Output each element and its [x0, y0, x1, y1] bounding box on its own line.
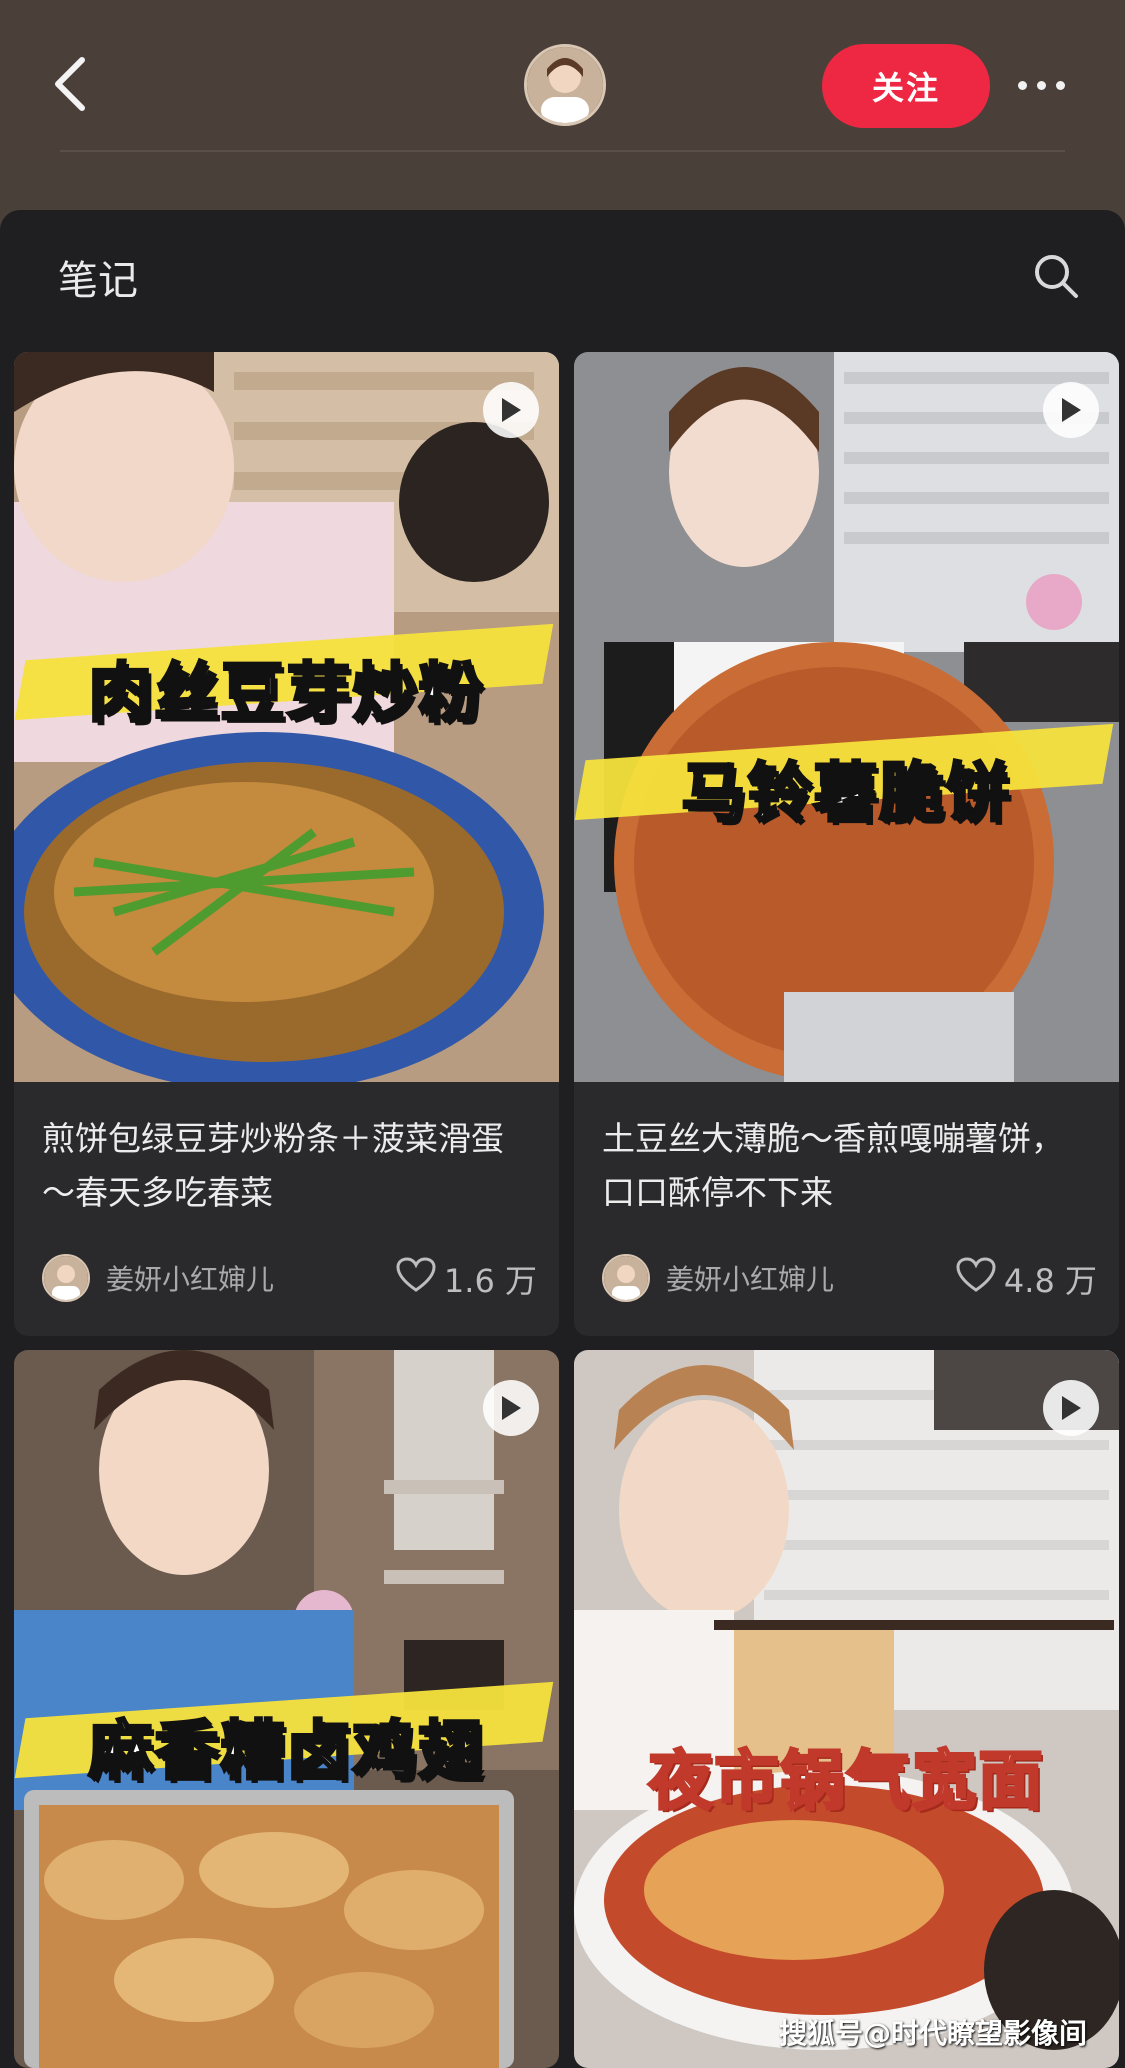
top-bar: 关注	[0, 0, 1125, 160]
more-options-icon[interactable]	[1018, 70, 1082, 100]
like-counter[interactable]: 1.6 万	[396, 1256, 537, 1302]
panel-header: 笔记	[0, 210, 1125, 340]
author-name[interactable]: 姜妍小红婶儿	[106, 1258, 274, 1298]
note-meta: 姜妍小红婶儿 1.6 万	[42, 1250, 537, 1306]
play-icon	[483, 382, 539, 438]
note-overlay-title: 肉丝豆芽炒粉	[87, 656, 485, 733]
notes-tab-title: 笔记	[58, 258, 138, 304]
note-cover-image: 肉丝豆芽炒粉	[14, 352, 559, 1082]
note-overlay-title: 夜市锅气宽面	[647, 1744, 1045, 1821]
note-overlay-title: 麻香糟卤鸡翅	[87, 1714, 485, 1791]
like-counter[interactable]: 4.8 万	[956, 1256, 1097, 1302]
divider	[60, 150, 1065, 152]
note-cover-image: 马铃薯脆饼	[574, 352, 1119, 1082]
note-meta: 姜妍小红婶儿 4.8 万	[602, 1250, 1097, 1306]
search-icon[interactable]	[1030, 250, 1082, 302]
author-avatar[interactable]	[42, 1254, 90, 1302]
note-card[interactable]: 肉丝豆芽炒粉 煎饼包绿豆芽炒粉条＋菠菜滑蛋～春天多吃春菜 姜妍小红婶儿 1.6 …	[14, 352, 559, 1336]
note-caption: 土豆丝大薄脆～香煎嘎嘣薯饼，口口酥停不下来	[602, 1119, 1064, 1212]
note-caption: 煎饼包绿豆芽炒粉条＋菠菜滑蛋～春天多吃春菜	[42, 1119, 504, 1212]
back-arrow-icon[interactable]	[48, 52, 92, 116]
avatar[interactable]	[524, 44, 606, 126]
like-count: 4.8 万	[1003, 1262, 1097, 1300]
note-card[interactable]: 麻香糟卤鸡翅	[14, 1350, 559, 2068]
watermark: 搜狐号@时代瞭望影像间	[778, 2017, 1087, 2050]
heart-icon[interactable]	[956, 1257, 996, 1301]
note-card[interactable]: 夜市锅气宽面	[574, 1350, 1119, 2068]
follow-button[interactable]: 关注	[822, 44, 990, 128]
like-count: 1.6 万	[443, 1262, 537, 1300]
note-card[interactable]: 马铃薯脆饼 土豆丝大薄脆～香煎嘎嘣薯饼，口口酥停不下来 姜妍小红婶儿 4.8 万	[574, 352, 1119, 1336]
note-cover-image: 夜市锅气宽面	[574, 1350, 1119, 2068]
author-name[interactable]: 姜妍小红婶儿	[666, 1258, 834, 1298]
note-cover-image: 麻香糟卤鸡翅	[14, 1350, 559, 2068]
play-icon	[1043, 382, 1099, 438]
heart-icon[interactable]	[396, 1257, 436, 1301]
note-overlay-title: 马铃薯脆饼	[680, 756, 1012, 833]
play-icon	[483, 1380, 539, 1436]
author-avatar[interactable]	[602, 1254, 650, 1302]
play-icon	[1043, 1380, 1099, 1436]
